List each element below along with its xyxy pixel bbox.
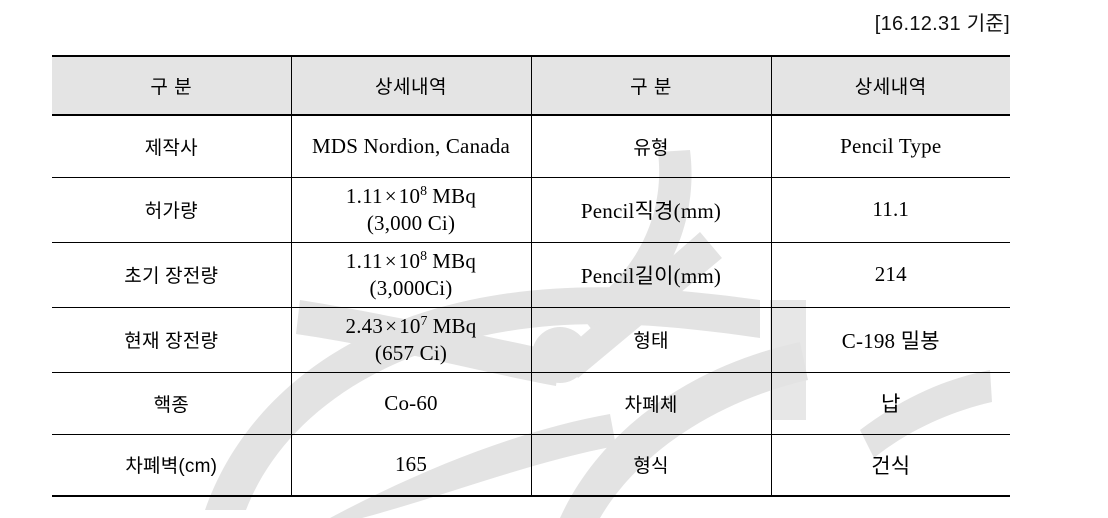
table-caption: [16.12.31 기준] bbox=[874, 13, 1010, 35]
base: 10 bbox=[398, 183, 421, 208]
table-header-row: 구 분 상세내역 구 분 상세내역 bbox=[52, 55, 1010, 116]
column-header-category-right: 구 분 bbox=[530, 55, 772, 116]
scientific-notation-line: 1.11×108 MBq bbox=[346, 248, 476, 275]
column-header-label: 상세내역 bbox=[854, 77, 927, 98]
row-value-shielding-wall: 165 bbox=[290, 433, 532, 497]
column-header-label: 상세내역 bbox=[375, 77, 447, 98]
scientific-notation-line: 1.11×108 MBq bbox=[346, 183, 476, 210]
row-label-licensed-activity: 허가량 bbox=[52, 176, 292, 243]
row-value-licensed-activity: 1.11×108 MBq (3,000 Ci) bbox=[290, 176, 532, 243]
row-value-nuclide: Co-60 bbox=[290, 371, 532, 435]
secondary-unit-line: (657 Ci) bbox=[374, 340, 448, 365]
row-value-pencil-length: 214 bbox=[770, 241, 1010, 308]
row-label-shielding-material: 차폐체 bbox=[530, 371, 772, 435]
mantissa: 1.11 bbox=[345, 183, 383, 208]
row-label-type: 유형 bbox=[530, 114, 772, 178]
secondary-unit-line: (3,000 Ci) bbox=[366, 210, 456, 235]
column-header-label: 구 분 bbox=[630, 77, 672, 98]
times-symbol: × bbox=[384, 183, 397, 208]
scientific-notation-line: 2.43×107 MBq bbox=[346, 313, 477, 340]
row-value-form: C-198 밀봉 bbox=[770, 306, 1010, 373]
row-label-manufacturer: 제작사 bbox=[52, 114, 292, 178]
document-page: [16.12.31 기준] 구 분 상세내역 구 분 상세내역 제작사 MDS … bbox=[0, 0, 1108, 518]
row-value-pencil-diameter: 11.1 bbox=[770, 176, 1010, 243]
row-label-text: Pencil직경(mm) bbox=[580, 198, 722, 223]
row-label-pencil-diameter: Pencil직경(mm) bbox=[530, 176, 772, 243]
times-symbol: × bbox=[384, 248, 397, 273]
stacked-value: 2.43×107 MBq (657 Ci) bbox=[292, 313, 531, 367]
base: 10 bbox=[398, 248, 421, 273]
mantissa: 2.43 bbox=[345, 313, 384, 338]
row-label-current-load: 현재 장전량 bbox=[52, 306, 292, 373]
row-value-shielding-material: 납 bbox=[770, 371, 1010, 435]
row-label-initial-load: 초기 장전량 bbox=[52, 241, 292, 308]
row-label-nuclide: 핵종 bbox=[52, 371, 292, 435]
table-row: 현재 장전량 2.43×107 MBq (657 Ci) 형태 C-198 밀봉 bbox=[52, 306, 1010, 373]
mantissa: 1.11 bbox=[345, 248, 383, 273]
column-header-detail-right: 상세내역 bbox=[770, 55, 1010, 116]
column-header-label: 구 분 bbox=[150, 77, 193, 98]
table-row: 초기 장전량 1.11×108 MBq (3,000Ci) Pencil길이(mm… bbox=[52, 241, 1010, 308]
row-value-initial-load: 1.11×108 MBq (3,000Ci) bbox=[290, 241, 532, 308]
column-header-category-left: 구 분 bbox=[52, 55, 292, 116]
table-row: 핵종 Co-60 차폐체 납 bbox=[52, 371, 1010, 435]
base: 10 bbox=[399, 313, 421, 338]
unit: MBq bbox=[432, 248, 477, 273]
exponent: 8 bbox=[420, 247, 428, 263]
row-label-system-type: 형식 bbox=[530, 433, 772, 497]
table-row: 제작사 MDS Nordion, Canada 유형 Pencil Type bbox=[52, 114, 1010, 178]
row-value-system-type: 건식 bbox=[770, 433, 1010, 497]
unit: MBq bbox=[432, 183, 477, 208]
stacked-value: 1.11×108 MBq (3,000 Ci) bbox=[292, 183, 531, 237]
table-row: 허가량 1.11×108 MBq (3,000 Ci) Pencil직경(mm) … bbox=[52, 176, 1010, 243]
exponent: 7 bbox=[420, 312, 428, 328]
times-symbol: × bbox=[385, 313, 398, 338]
table-row: 차폐벽(cm) 165 형식 건식 bbox=[52, 433, 1010, 497]
row-label-shielding-wall: 차폐벽(cm) bbox=[52, 433, 292, 497]
unit: MBq bbox=[432, 313, 477, 338]
column-header-detail-left: 상세내역 bbox=[290, 55, 532, 116]
row-label-form: 형태 bbox=[530, 306, 772, 373]
row-value-manufacturer: MDS Nordion, Canada bbox=[290, 114, 532, 178]
row-label-pencil-length: Pencil길이(mm) bbox=[530, 241, 772, 308]
radiation-source-spec-table: 구 분 상세내역 구 분 상세내역 제작사 MDS Nordion, Canad… bbox=[52, 55, 1010, 497]
row-value-type: Pencil Type bbox=[770, 114, 1010, 178]
row-label-text: Pencil길이(mm) bbox=[580, 263, 722, 288]
row-value-current-load: 2.43×107 MBq (657 Ci) bbox=[290, 306, 532, 373]
exponent: 8 bbox=[420, 182, 428, 198]
secondary-unit-line: (3,000Ci) bbox=[369, 275, 453, 300]
stacked-value: 1.11×108 MBq (3,000Ci) bbox=[292, 248, 531, 302]
